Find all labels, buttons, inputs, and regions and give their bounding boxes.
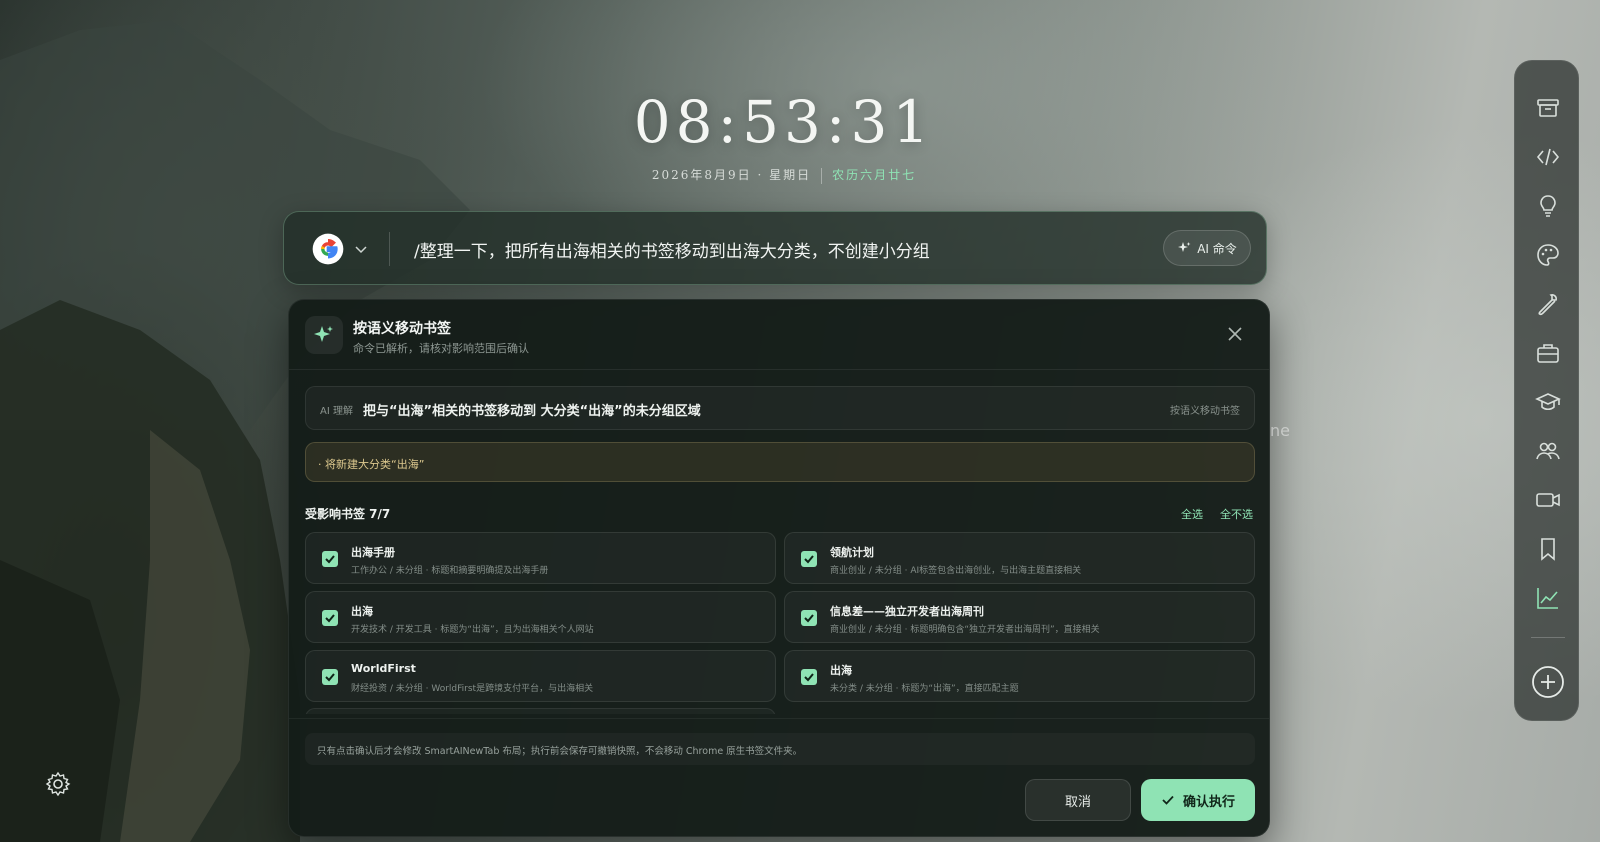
- sparkle-badge: [305, 316, 343, 354]
- bookmark-card[interactable]: 出海手册 工作办公 / 未分组 · 标题和摘要明确提及出海手册: [305, 532, 776, 584]
- check-icon: [1162, 795, 1174, 805]
- bookmark-card-partial: [305, 708, 776, 714]
- date-line: 2026年8月9日 · 星期日 农历六月廿七: [0, 166, 1568, 184]
- dialog-title: 按语义移动书签: [353, 321, 451, 337]
- sparkle-icon: [314, 326, 333, 342]
- ai-command-label: AI 命令: [1197, 241, 1237, 256]
- bookmark-list: 出海手册 工作办公 / 未分组 · 标题和摘要明确提及出海手册 领航计划 商业创…: [305, 532, 1255, 714]
- ai-command-button[interactable]: AI 命令: [1163, 230, 1251, 266]
- bookmark-title: 出海: [830, 664, 852, 677]
- notice-box: 只有点击确认后才会修改 SmartAINewTab 布局；执行前会保存可撤销快照…: [305, 733, 1255, 765]
- code-icon[interactable]: [1535, 144, 1561, 170]
- right-dock: [1514, 60, 1579, 721]
- bookmark-desc: 开发技术 / 开发工具 · 标题为“出海”，且为出海相关个人网站: [351, 625, 594, 635]
- dialog-header: 按语义移动书签 命令已解析，请核对影响范围后确认: [289, 300, 1269, 370]
- plus-circle-icon[interactable]: [1531, 665, 1565, 699]
- cancel-button[interactable]: 取消: [1025, 779, 1131, 821]
- bookmark-desc: 商业创业 / 未分组 · 标题明确包含“独立开发者出海周刊”，直接相关: [830, 625, 1100, 635]
- dialog-subtitle: 命令已解析，请核对影响范围后确认: [353, 342, 529, 355]
- warning-text: · 将新建大分类“出海”: [318, 458, 425, 471]
- dock-divider: [1531, 637, 1565, 638]
- bookmark-desc: 财经投资 / 未分组 · WorldFirst是跨境支付平台，与出海相关: [351, 684, 594, 694]
- check-icon: [325, 555, 335, 564]
- search-bar: AI 命令: [283, 211, 1267, 285]
- bookmark-desc: 工作办公 / 未分组 · 标题和摘要明确提及出海手册: [351, 566, 549, 576]
- warning-box: · 将新建大分类“出海”: [305, 442, 1255, 482]
- bookmark-title: 出海手册: [351, 546, 395, 559]
- ai-understanding-tag: AI 理解: [320, 406, 353, 417]
- checkbox-checked[interactable]: [322, 610, 338, 626]
- checkbox-checked[interactable]: [322, 551, 338, 567]
- users-icon[interactable]: [1535, 438, 1561, 464]
- chevron-down-icon[interactable]: [354, 242, 368, 256]
- archive-icon[interactable]: [1535, 95, 1561, 121]
- checkbox-checked[interactable]: [801, 669, 817, 685]
- date-divider: [821, 167, 823, 184]
- bookmark-card[interactable]: 信息差——独立开发者出海周刊 商业创业 / 未分组 · 标题明确包含“独立开发者…: [784, 591, 1255, 643]
- search-input[interactable]: [414, 234, 1114, 264]
- briefcase-icon[interactable]: [1535, 340, 1561, 366]
- select-none-link[interactable]: 全不选: [1220, 506, 1253, 522]
- close-icon[interactable]: [1227, 326, 1243, 342]
- bookmark-desc: 商业创业 / 未分组 · AI标签包含出海创业，与出海主题直接相关: [830, 566, 1082, 576]
- sparkle-icon: [1178, 242, 1191, 252]
- bookmark-title: 领航计划: [830, 546, 874, 559]
- notice-text: 只有点击确认后才会修改 SmartAINewTab 布局；执行前会保存可撤销快照…: [317, 746, 803, 757]
- bookmark-title: WorldFirst: [351, 662, 416, 675]
- bookmark-card[interactable]: 出海 未分类 / 未分组 · 标题为“出海”，直接匹配主题: [784, 650, 1255, 702]
- ai-understanding-box: AI 理解 把与“出海”相关的书签移动到 大分类“出海”的未分组区域 按语义移动…: [305, 386, 1255, 430]
- semantic-move-dialog: 按语义移动书签 命令已解析，请核对影响范围后确认 AI 理解 把与“出海”相关的…: [288, 299, 1270, 837]
- check-icon: [804, 614, 814, 623]
- solar-date: 2026年8月9日 · 星期日: [651, 168, 812, 182]
- bookmark-title: 出海: [351, 605, 373, 618]
- confirm-execute-button[interactable]: 确认执行: [1141, 779, 1255, 821]
- confirm-label: 确认执行: [1182, 794, 1235, 810]
- google-g-icon[interactable]: [312, 233, 344, 265]
- ai-action-label: 按语义移动书签: [1170, 406, 1240, 417]
- bookmark-card[interactable]: WorldFirst 财经投资 / 未分组 · WorldFirst是跨境支付平…: [305, 650, 776, 702]
- search-divider: [389, 232, 390, 266]
- check-icon: [804, 673, 814, 682]
- chart-line-icon[interactable]: [1535, 585, 1561, 611]
- select-all-link[interactable]: 全选: [1181, 506, 1203, 522]
- check-icon: [804, 555, 814, 564]
- footer-divider: [289, 718, 1269, 719]
- ai-understanding-text: 把与“出海”相关的书签移动到 大分类“出海”的未分组区域: [363, 404, 701, 419]
- bookmark-desc: 未分类 / 未分组 · 标题为“出海”，直接匹配主题: [830, 684, 1019, 694]
- settings-gear-icon[interactable]: [45, 771, 71, 797]
- lunar-date: 农历六月廿七: [832, 168, 917, 182]
- checkbox-checked[interactable]: [322, 669, 338, 685]
- bookmark-icon[interactable]: [1535, 536, 1561, 562]
- video-icon[interactable]: [1535, 487, 1561, 513]
- checkbox-checked[interactable]: [801, 551, 817, 567]
- check-icon: [325, 614, 335, 623]
- clock-time: 08:53:31: [633, 88, 935, 156]
- bookmark-card[interactable]: 出海 开发技术 / 开发工具 · 标题为“出海”，且为出海相关个人网站: [305, 591, 776, 643]
- graduation-cap-icon[interactable]: [1535, 389, 1561, 415]
- bookmark-card[interactable]: 领航计划 商业创业 / 未分组 · AI标签包含出海创业，与出海主题直接相关: [784, 532, 1255, 584]
- bookmark-title: 信息差——独立开发者出海周刊: [830, 605, 984, 618]
- palette-icon[interactable]: [1535, 242, 1561, 268]
- lightbulb-icon[interactable]: [1535, 193, 1561, 219]
- affected-bookmarks-title: 受影响书签 7/7: [305, 507, 391, 521]
- checkbox-checked[interactable]: [801, 610, 817, 626]
- background-partial-text: ne: [1270, 421, 1290, 440]
- check-icon: [325, 673, 335, 682]
- wrench-icon[interactable]: [1535, 291, 1561, 317]
